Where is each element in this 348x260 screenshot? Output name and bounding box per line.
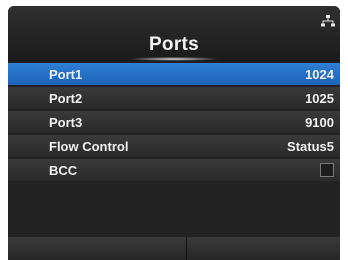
item-label: Port2 [49,91,83,106]
settings-list: Port1 1024 Port2 1025 Port3 9100 Flow Co… [8,63,340,183]
header-bar: Ports [8,6,340,62]
list-item-port3[interactable]: Port3 9100 [8,111,340,133]
network-icon [321,15,335,27]
list-item-port2[interactable]: Port2 1025 [8,87,340,109]
title-underline [128,57,220,61]
soft-key-divider [186,237,187,260]
list-item-port1[interactable]: Port1 1024 [8,63,340,85]
printer-display: Ports Port1 1024 Port2 1025 Port3 9100 F… [8,6,340,260]
item-value: 1025 [305,91,334,106]
item-label: Port1 [49,67,83,82]
list-item-bcc[interactable]: BCC [8,159,340,181]
page-title: Ports [148,34,200,55]
item-label: Flow Control [49,139,129,154]
list-item-flow-control[interactable]: Flow Control Status5 [8,135,340,157]
item-label: BCC [49,163,78,178]
item-value: 1024 [305,67,334,82]
soft-key-bar [8,237,340,260]
item-value: 9100 [305,115,334,130]
bcc-checkbox[interactable] [320,163,334,177]
item-label: Port3 [49,115,83,130]
item-value: Status5 [287,139,334,154]
